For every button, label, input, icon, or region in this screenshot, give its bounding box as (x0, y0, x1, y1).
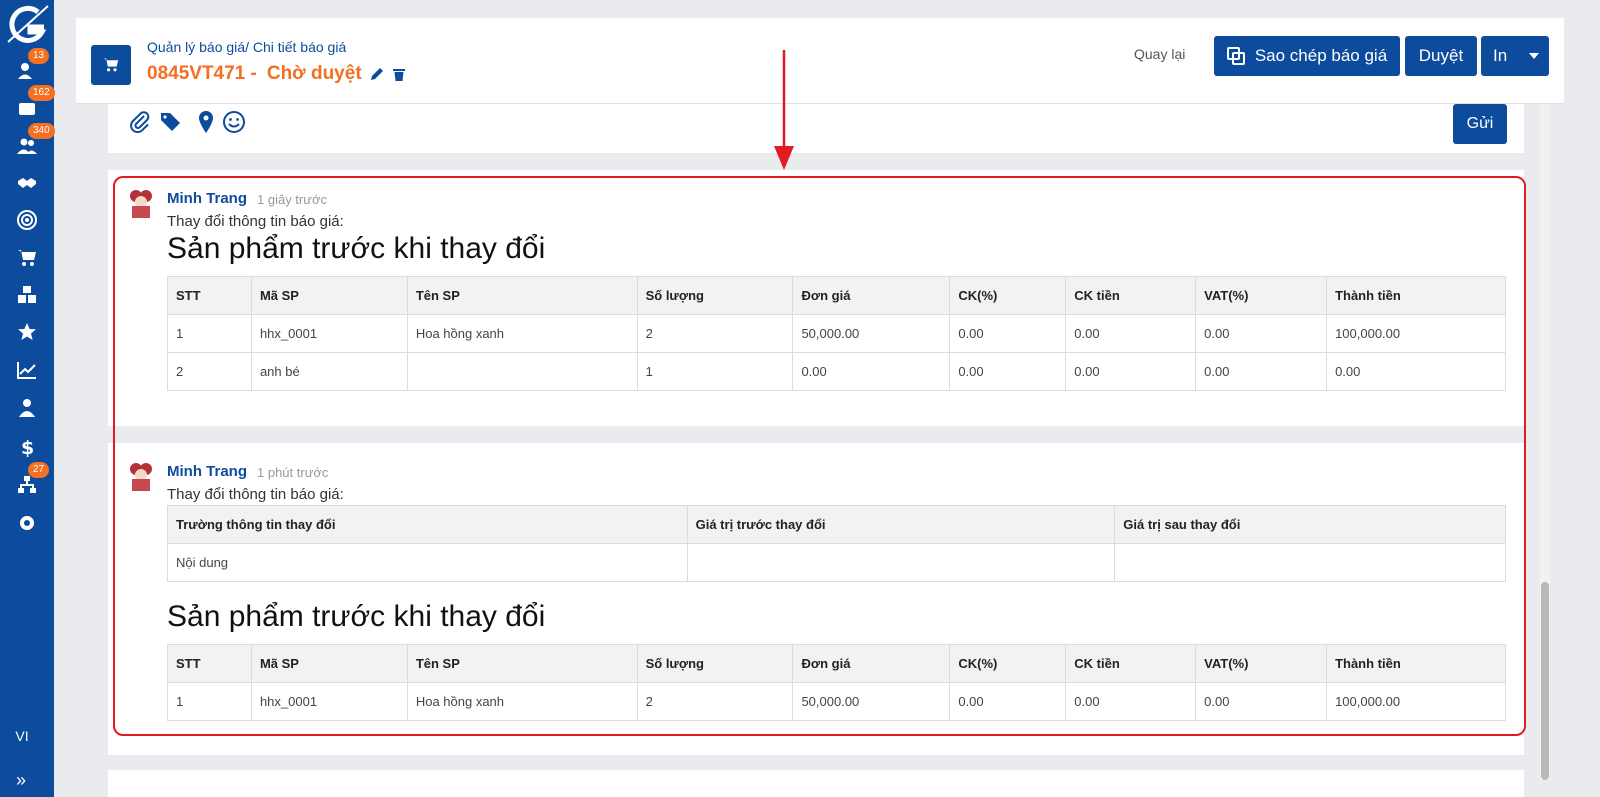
language-switch[interactable]: VI (0, 728, 44, 744)
paperclip-icon (130, 111, 150, 134)
scrollbar-thumb[interactable] (1541, 582, 1549, 780)
svg-text:$: $ (21, 437, 34, 457)
quote-code: 0845VT471 - (147, 63, 257, 84)
sitemap-icon (18, 476, 36, 493)
smile-icon (223, 111, 245, 133)
pencil-icon[interactable] (370, 67, 384, 81)
handshake-icon (18, 178, 36, 188)
attach-button[interactable] (128, 110, 154, 136)
organization-badge: 27 (28, 462, 50, 478)
cubes-icon (18, 286, 36, 303)
copy-quote-button[interactable]: Sao chép báo giá (1214, 36, 1400, 76)
print-button[interactable]: In (1481, 36, 1549, 76)
page-title: 0845VT471 - Chờ duyệt (147, 63, 406, 85)
gear-icon (20, 516, 34, 530)
copy-quote-label: Sao chép báo giá (1254, 46, 1388, 65)
contacts-badge: 13 (28, 48, 50, 64)
status-label: Chờ duyệt (266, 63, 362, 84)
page-header: Quản lý báo giá/ Chi tiết báo giá 0845VT… (76, 18, 1564, 104)
highlight-box (113, 176, 1526, 736)
trash-icon[interactable] (392, 67, 406, 81)
sidebar-item-favorites[interactable] (14, 319, 40, 345)
back-link[interactable]: Quay lại (1134, 46, 1185, 62)
sidebar: 13 162 340 $ 27 VI » (0, 0, 55, 797)
user-plus-icon (18, 63, 32, 79)
next-activity-card (108, 770, 1524, 797)
sidebar-item-reports[interactable] (14, 357, 40, 383)
arrow-down-icon (774, 50, 794, 170)
approve-button[interactable]: Duyệt (1405, 36, 1477, 76)
print-label: In (1493, 46, 1508, 65)
sidebar-item-staff[interactable] (14, 395, 40, 421)
breadcrumb[interactable]: Quản lý báo giá/ Chi tiết báo giá (147, 39, 346, 55)
copy-icon (1226, 47, 1245, 65)
star-icon (18, 323, 36, 340)
comment-composer: Gửi (108, 104, 1524, 153)
cart-icon (18, 250, 36, 266)
expand-sidebar-icon[interactable]: » (16, 770, 26, 791)
sidebar-item-contacts[interactable]: 13 (14, 48, 50, 84)
emoji-button[interactable] (222, 110, 248, 136)
messages-badge: 162 (28, 85, 55, 101)
sidebar-item-orders[interactable] (14, 245, 40, 271)
inbox-icon (19, 103, 35, 115)
sidebar-item-messages[interactable]: 162 (14, 85, 55, 121)
sidebar-item-goals[interactable] (14, 207, 40, 233)
sidebar-item-finance[interactable]: $ (14, 434, 40, 460)
chevron-down-icon[interactable] (1529, 53, 1539, 59)
sidebar-item-products[interactable] (14, 282, 40, 308)
tag-button[interactable] (160, 110, 186, 136)
cart-icon (103, 58, 119, 72)
sidebar-item-organization[interactable]: 27 (14, 462, 50, 498)
map-pin-icon (199, 111, 213, 133)
users-icon (17, 138, 37, 154)
sidebar-item-customers[interactable]: 340 (14, 123, 55, 159)
user-tie-icon (19, 399, 35, 417)
location-button[interactable] (194, 110, 220, 136)
chart-line-icon (17, 362, 36, 379)
customers-badge: 340 (28, 123, 55, 139)
send-button[interactable]: Gửi (1453, 104, 1507, 144)
target-icon (17, 210, 37, 230)
sidebar-item-settings[interactable] (14, 510, 40, 536)
sidebar-item-deals[interactable] (14, 170, 40, 196)
dollar-icon: $ (21, 437, 34, 457)
tags-icon (161, 113, 180, 131)
module-cart-button[interactable] (91, 45, 131, 85)
app-logo-icon[interactable] (4, 4, 50, 46)
